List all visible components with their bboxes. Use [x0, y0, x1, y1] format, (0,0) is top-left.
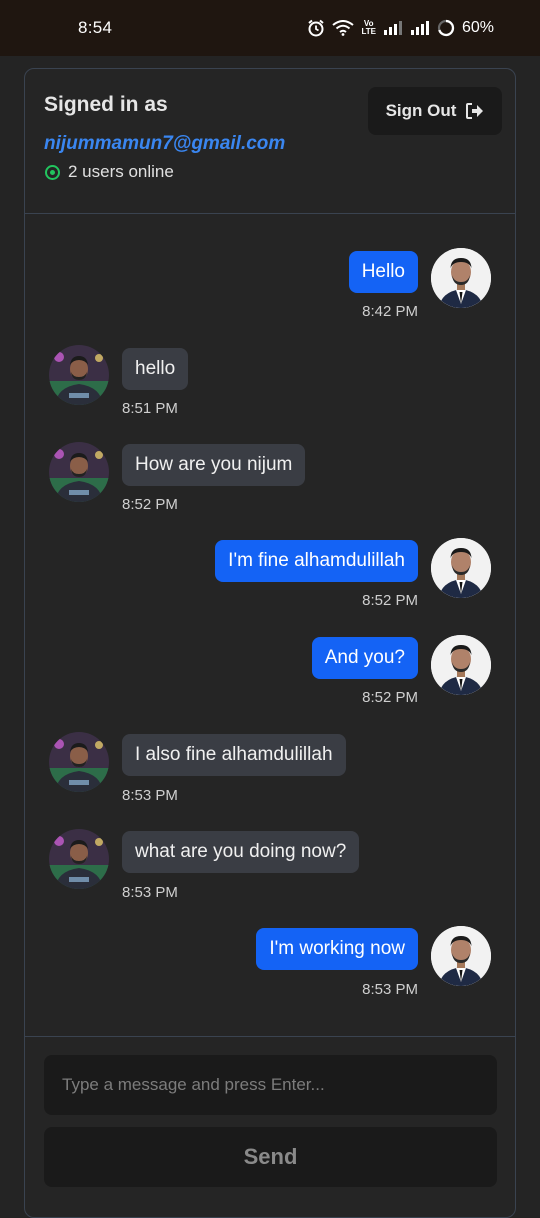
message-row: I also fine alhamdulillah 8:53 PM: [25, 732, 515, 822]
volte-bottom: LTE: [361, 27, 376, 36]
signal-icon-1: [383, 21, 402, 35]
message-bubble: hello: [122, 348, 189, 390]
online-status: 2 users online: [45, 162, 174, 182]
chat-panel: Signed in as nijummamun7@gmail.com 2 use…: [24, 68, 516, 1218]
signal-icon-2: [410, 21, 429, 35]
volte-icon: Vo LTE: [361, 20, 376, 36]
message-time: 8:53 PM: [122, 787, 178, 804]
status-bar: 8:54 Vo LTE 60%: [0, 0, 540, 56]
message-time: 8:52 PM: [122, 496, 178, 513]
message-row: what are you doing now? 8:53 PM: [25, 829, 515, 919]
status-time: 8:54: [78, 18, 113, 37]
message-time: 8:42 PM: [362, 303, 418, 320]
my-avatar: [431, 926, 491, 986]
my-avatar: [431, 248, 491, 308]
message-row: How are you nijum 8:52 PM: [25, 442, 515, 532]
message-bubble: Hello: [348, 251, 418, 293]
battery-ring-icon: [437, 19, 455, 37]
message-row: Hello 8:42 PM: [25, 248, 515, 338]
contact-avatar: [49, 829, 109, 889]
message-time: 8:52 PM: [362, 689, 418, 706]
sign-out-label: Sign Out: [385, 101, 457, 120]
contact-avatar: [49, 345, 109, 405]
message-row: And you? 8:52 PM: [25, 635, 515, 725]
message-row: I'm working now 8:53 PM: [25, 926, 515, 1016]
message-time: 8:51 PM: [122, 400, 178, 417]
message-list[interactable]: Hello 8:42 PM hello 8:51 PM How are you …: [25, 215, 515, 1037]
status-icons: Vo LTE 60%: [307, 19, 494, 37]
message-bubble: what are you doing now?: [122, 831, 360, 873]
my-avatar: [431, 538, 491, 598]
online-count: 2 users online: [68, 162, 174, 181]
alarm-icon: [308, 19, 325, 37]
message-bubble: I also fine alhamdulillah: [122, 734, 346, 776]
message-time: 8:53 PM: [122, 884, 178, 901]
sign-out-icon: [466, 103, 484, 119]
chat-header: Signed in as nijummamun7@gmail.com 2 use…: [25, 69, 515, 214]
my-avatar: [431, 635, 491, 695]
message-time: 8:52 PM: [362, 592, 418, 609]
message-bubble: How are you nijum: [122, 444, 306, 486]
message-row: hello 8:51 PM: [25, 345, 515, 435]
message-bubble: I'm fine alhamdulillah: [215, 540, 418, 582]
online-indicator-icon: [45, 164, 60, 180]
battery-percent: 60%: [461, 19, 494, 36]
message-time: 8:53 PM: [362, 981, 418, 998]
user-email: nijummamun7@gmail.com: [44, 133, 286, 154]
message-input[interactable]: [44, 1055, 497, 1115]
sign-out-button[interactable]: Sign Out: [368, 87, 502, 135]
message-bubble: And you?: [311, 637, 418, 679]
send-label: Send: [243, 1144, 298, 1169]
signed-in-label: Signed in as: [44, 93, 168, 116]
message-bubble: I'm working now: [256, 928, 418, 970]
contact-avatar: [49, 442, 109, 502]
send-button[interactable]: Send: [44, 1127, 497, 1187]
contact-avatar: [49, 732, 109, 792]
message-row: I'm fine alhamdulillah 8:52 PM: [25, 538, 515, 628]
wifi-icon: [332, 20, 355, 36]
